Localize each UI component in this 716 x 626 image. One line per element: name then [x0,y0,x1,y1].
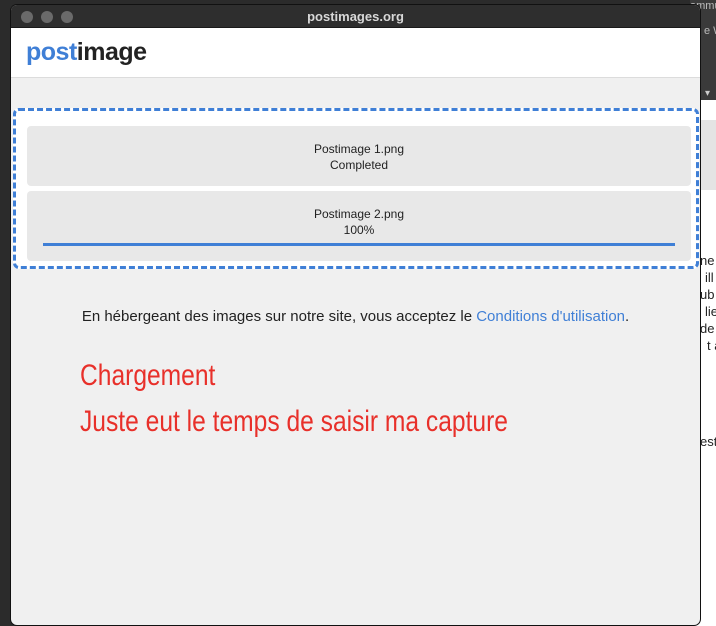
background-text: de [700,321,715,336]
annotation-line-2: Juste eut le temps de saisir ma capture [80,405,508,438]
background-text: e W [704,25,716,37]
site-header: postimage [11,28,700,78]
file-name: Postimage 1.png [313,142,405,156]
upload-status: Completed [329,158,389,172]
terms-text: En hébergeant des images sur notre site,… [81,308,477,325]
background-text: t a [707,338,716,353]
annotation-line-1: Chargement [80,359,216,392]
terms-link[interactable]: Conditions d'utilisation [476,308,625,325]
background-text: lie [705,304,716,319]
chevron-down-icon: ▾ [705,88,711,99]
background-text: ill [705,270,714,285]
upload-dropzone[interactable]: Postimage 1.png Completed Postimage 2.pn… [13,108,699,269]
browser-window: postimages.org postimage Postimage 1.png… [11,5,700,625]
logo-part-image: image [76,38,147,66]
file-name: Postimage 2.png [313,207,405,221]
terms-notice: En hébergeant des images sur notre site,… [11,308,700,325]
upload-status: 100% [343,223,375,237]
background-text: ub [700,287,715,302]
background-text: est [700,434,716,449]
upload-item: Postimage 2.png 100% [27,191,691,261]
upload-progress-bar [43,243,675,246]
postimage-logo[interactable]: postimage [26,38,147,67]
title-bar[interactable]: postimages.org [11,5,700,28]
upload-item: Postimage 1.png Completed [27,126,691,186]
background-text: ne [700,253,715,268]
logo-part-post: post [26,38,77,66]
terms-end: . [625,308,630,325]
window-title: postimages.org [307,9,404,24]
